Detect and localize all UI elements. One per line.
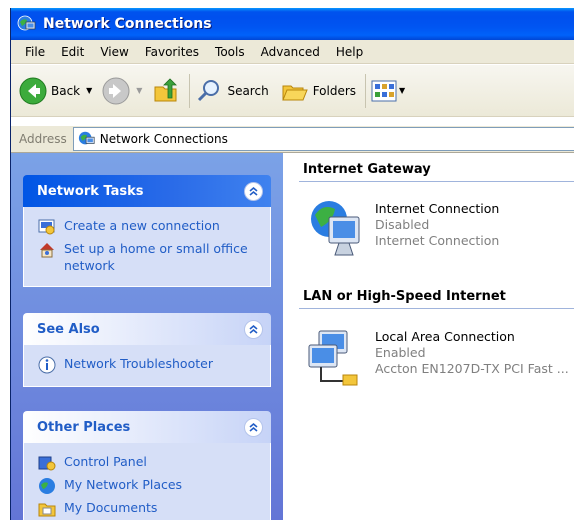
connection-name: Internet Connection bbox=[375, 201, 500, 216]
connection-detail: Internet Connection bbox=[375, 233, 500, 248]
internet-connection-item[interactable]: Internet Connection Disabled Internet Co… bbox=[305, 197, 499, 267]
task-label: Network Troubleshooter bbox=[64, 356, 213, 371]
task-label: My Documents bbox=[64, 500, 158, 515]
control-panel-icon bbox=[38, 456, 56, 471]
task-label: My Network Places bbox=[64, 477, 183, 492]
up-folder-button[interactable] bbox=[152, 77, 180, 105]
menu-bar: File Edit View Favorites Tools Advanced … bbox=[11, 40, 574, 64]
task-label: Control Panel bbox=[64, 454, 147, 469]
toolbar-separator bbox=[365, 73, 367, 108]
group-title: Internet Gateway bbox=[303, 162, 431, 177]
lan-connection-icon bbox=[308, 330, 358, 386]
up-folder-icon bbox=[154, 77, 178, 101]
menu-help[interactable]: Help bbox=[328, 45, 371, 59]
task-home-network[interactable]: Set up a home or small office network bbox=[38, 240, 270, 274]
search-label: Search bbox=[227, 83, 269, 98]
group-internet-gateway: Internet Gateway bbox=[299, 159, 574, 182]
home-network-icon bbox=[40, 243, 54, 258]
forward-arrow-icon bbox=[102, 77, 130, 104]
address-bar: Address Network Connections bbox=[11, 126, 574, 153]
see-also-header[interactable]: See Also bbox=[23, 313, 271, 345]
network-tasks-header[interactable]: Network Tasks bbox=[23, 175, 271, 207]
task-label: Create a new connection bbox=[64, 218, 220, 233]
task-network-troubleshooter[interactable]: Network Troubleshooter bbox=[38, 355, 270, 374]
search-icon bbox=[198, 79, 220, 101]
internet-gateway-icon bbox=[311, 201, 360, 256]
menu-advanced[interactable]: Advanced bbox=[253, 45, 328, 59]
views-button[interactable]: ▼ bbox=[371, 80, 411, 102]
other-places-body: Control Panel My Network Places My Docum… bbox=[23, 443, 271, 520]
see-also-body: Network Troubleshooter bbox=[23, 345, 271, 387]
folders-label: Folders bbox=[312, 83, 357, 98]
title-bar[interactable]: Network Connections bbox=[11, 8, 574, 40]
menu-view[interactable]: View bbox=[92, 45, 136, 59]
explorer-window: Network Connections File Edit View Favor… bbox=[10, 8, 574, 520]
collapse-icon[interactable] bbox=[244, 319, 263, 339]
group-title: LAN or High-Speed Internet bbox=[303, 289, 506, 304]
menu-file[interactable]: File bbox=[17, 45, 53, 59]
other-places-panel: Other Places Control Panel My Network Pl… bbox=[23, 411, 271, 520]
back-label: Back bbox=[51, 83, 81, 98]
address-label: Address bbox=[19, 132, 67, 146]
task-pane: Network Tasks Create a new connection Se… bbox=[11, 153, 283, 520]
search-button[interactable]: Search bbox=[195, 77, 269, 105]
group-lan: LAN or High-Speed Internet bbox=[299, 286, 574, 309]
folders-icon bbox=[281, 85, 308, 100]
menu-tools[interactable]: Tools bbox=[207, 45, 253, 59]
forward-button[interactable]: ▼ bbox=[102, 77, 148, 105]
connection-name: Local Area Connection bbox=[375, 329, 515, 344]
local-area-connection-item[interactable]: Local Area Connection Enabled Accton EN1… bbox=[305, 325, 569, 395]
menu-edit[interactable]: Edit bbox=[53, 45, 92, 59]
connection-status: Enabled bbox=[375, 345, 426, 360]
network-tasks-title: Network Tasks bbox=[37, 183, 144, 199]
back-arrow-icon bbox=[19, 77, 47, 104]
views-icon bbox=[371, 80, 397, 101]
other-places-title: Other Places bbox=[37, 419, 131, 435]
task-create-connection[interactable]: Create a new connection bbox=[38, 217, 270, 236]
views-dropdown-icon[interactable]: ▼ bbox=[399, 86, 405, 95]
connection-status: Disabled bbox=[375, 217, 430, 232]
task-label: Set up a home or small office network bbox=[64, 241, 248, 273]
content-pane: Internet Gateway Internet Connection Dis… bbox=[283, 153, 574, 520]
help-info-icon bbox=[38, 356, 56, 374]
network-connections-icon bbox=[17, 15, 36, 31]
connection-detail: Accton EN1207D-TX PCI Fast ... bbox=[375, 361, 569, 376]
network-places-icon bbox=[39, 478, 55, 494]
network-tasks-body: Create a new connection Set up a home or… bbox=[23, 207, 271, 287]
address-value: Network Connections bbox=[99, 132, 228, 146]
see-also-panel: See Also Network Troubleshooter bbox=[23, 313, 271, 387]
place-control-panel[interactable]: Control Panel bbox=[38, 453, 270, 472]
toolbar-separator bbox=[189, 73, 191, 108]
documents-folder-icon bbox=[38, 503, 56, 517]
collapse-icon[interactable] bbox=[244, 181, 263, 201]
place-my-network-places[interactable]: My Network Places bbox=[38, 476, 270, 495]
new-connection-icon bbox=[38, 219, 55, 235]
network-tasks-panel: Network Tasks Create a new connection Se… bbox=[23, 175, 271, 287]
network-connections-icon bbox=[78, 131, 95, 145]
window-title: Network Connections bbox=[43, 16, 212, 32]
address-field[interactable]: Network Connections bbox=[72, 127, 574, 151]
collapse-icon[interactable] bbox=[244, 417, 263, 437]
see-also-title: See Also bbox=[37, 321, 100, 337]
back-dropdown-icon[interactable]: ▼ bbox=[86, 86, 92, 95]
forward-dropdown-icon[interactable]: ▼ bbox=[136, 86, 142, 95]
folders-button[interactable]: Folders bbox=[281, 77, 356, 105]
toolbar: Back ▼ ▼ Search Folders ▼ bbox=[11, 65, 574, 117]
other-places-header[interactable]: Other Places bbox=[23, 411, 271, 443]
back-button[interactable]: Back ▼ bbox=[19, 77, 98, 105]
menu-favorites[interactable]: Favorites bbox=[137, 45, 207, 59]
place-my-documents[interactable]: My Documents bbox=[38, 499, 270, 518]
